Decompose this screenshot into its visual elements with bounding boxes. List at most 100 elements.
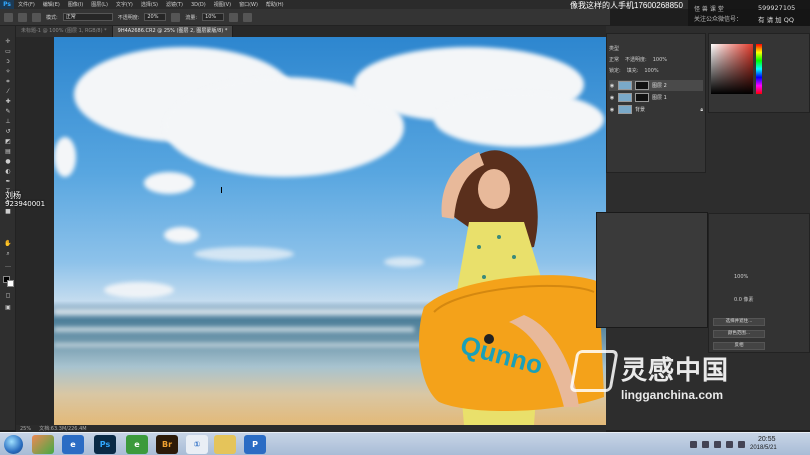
options-bar: 模式: 正常 不透明度: 20% 流量: 10%: [0, 9, 610, 26]
airbrush-icon[interactable]: [229, 12, 239, 22]
density-percent[interactable]: 100%: [734, 274, 748, 280]
stamp-tool-icon[interactable]: ⊥: [3, 118, 13, 126]
promo-qq: 599927105: [758, 4, 796, 12]
background-color-swatch[interactable]: [7, 280, 14, 287]
menu-layer[interactable]: 图层(L): [87, 1, 112, 8]
layer-mask-thumbnail[interactable]: [635, 93, 649, 102]
pressure-opacity-icon[interactable]: [171, 12, 181, 22]
opacity-value[interactable]: 100%: [653, 55, 667, 65]
layer-row[interactable]: ◉ 图层 1: [609, 92, 703, 103]
menu-view[interactable]: 视图(V): [210, 1, 235, 8]
browser-icon[interactable]: e: [126, 435, 148, 454]
mode-select[interactable]: 正常: [62, 13, 113, 21]
zoom-tool-icon[interactable]: ⌕: [3, 250, 13, 258]
cloud: [164, 227, 199, 243]
screen-mode-icon[interactable]: ▣: [3, 304, 13, 312]
pressure-size-icon[interactable]: [243, 12, 253, 22]
eyedropper-icon[interactable]: ⁄: [3, 88, 13, 96]
opacity-label: 不透明度:: [117, 14, 140, 21]
menu-select[interactable]: 选择(S): [137, 1, 162, 8]
fill-value[interactable]: 100%: [644, 66, 658, 76]
marquee-tool-icon[interactable]: ▭: [3, 48, 13, 56]
cloud: [194, 247, 294, 261]
menu-3d[interactable]: 3D(D): [187, 2, 210, 8]
kind-label: 类型: [609, 46, 620, 52]
more-tools-icon[interactable]: …: [3, 262, 13, 270]
hue-slider[interactable]: [756, 44, 762, 94]
app-icon[interactable]: ①: [186, 435, 208, 454]
lasso-tool-icon[interactable]: ↄ: [3, 58, 13, 66]
move-tool-icon[interactable]: ✛: [3, 38, 13, 46]
blend-mode-select[interactable]: 正常: [609, 55, 619, 65]
zoom-level[interactable]: 25%: [20, 426, 31, 432]
promo-box: 怪 兽 课 堂 关注公众微信号： 599927105 有 请 加 QQ: [688, 0, 810, 26]
chrome-icon[interactable]: [32, 435, 54, 454]
menu-file[interactable]: 文件(F): [14, 1, 39, 8]
blur-tool-icon[interactable]: ●: [3, 158, 13, 166]
visibility-eye-icon[interactable]: ◉: [609, 95, 615, 101]
clock-time[interactable]: 20:55: [758, 436, 776, 443]
hand-tool-icon[interactable]: ✋: [3, 240, 13, 248]
color-range-button[interactable]: 颜色范围...: [713, 330, 765, 338]
pen-tool-icon[interactable]: ✒: [3, 178, 13, 186]
taskbar: e Ps e Br ① P 20:55 2018/5/21: [0, 432, 810, 455]
volume-icon[interactable]: [726, 441, 733, 448]
p-taskbar-icon[interactable]: P: [244, 435, 266, 454]
start-button[interactable]: [4, 435, 23, 454]
menu-help[interactable]: 帮助(H): [262, 1, 288, 8]
tab-untitled[interactable]: 未标题-1 @ 100% (图层 1, RGB/8) *: [16, 26, 113, 37]
flow-field[interactable]: 10%: [202, 13, 225, 21]
properties-panel: 100% 0.0 像素 选择并遮住... 颜色范围... 反相: [708, 213, 810, 353]
quick-mask-icon[interactable]: ◻: [3, 292, 13, 300]
menu-filter[interactable]: 滤镜(T): [162, 1, 187, 8]
menu-edit[interactable]: 编辑(E): [39, 1, 64, 8]
brush-tool-icon[interactable]: ✎: [3, 108, 13, 116]
menu-image[interactable]: 图像(I): [64, 1, 87, 8]
ie-icon[interactable]: e: [62, 435, 84, 454]
dodge-tool-icon[interactable]: ◐: [3, 168, 13, 176]
history-brush-icon[interactable]: ↺: [3, 128, 13, 136]
clock-date[interactable]: 2018/5/21: [750, 445, 777, 451]
tab-active-document[interactable]: 9H4A2686.CR2 @ 25% (图层 2, 图层蒙版/8) *: [112, 26, 234, 37]
menu-type[interactable]: 文字(Y): [112, 1, 137, 8]
feather-value[interactable]: 0.0 像素: [734, 296, 754, 303]
tray-icon[interactable]: [738, 441, 745, 448]
tray-icon[interactable]: [690, 441, 697, 448]
overlay-phone-text: 像我这样的人手机17600268850: [570, 1, 683, 10]
color-panel: [708, 33, 810, 113]
layer-thumbnail: [618, 105, 632, 114]
brush-tool-icon[interactable]: [4, 12, 13, 22]
menu-window[interactable]: 窗口(W): [235, 1, 262, 8]
beach-photo[interactable]: Qunno: [54, 37, 606, 425]
folder-icon[interactable]: [214, 435, 236, 454]
floating-panel: [596, 212, 708, 328]
bridge-taskbar-icon[interactable]: Br: [156, 435, 178, 454]
visibility-eye-icon[interactable]: ◉: [609, 83, 615, 89]
tools-panel: ✛ ▭ ↄ ✧ ⌗ ⁄ ✚ ✎ ⊥ ↺ ◩ ▤ ● ◐ ✒ T ➤ ■ ✋ ⌕ …: [0, 26, 16, 430]
photoshop-taskbar-icon[interactable]: Ps: [94, 435, 116, 454]
shape-tool-icon[interactable]: ■: [3, 208, 13, 216]
color-picker-field[interactable]: [711, 44, 753, 94]
layer-row[interactable]: ◉ 背景 🔒︎: [609, 104, 703, 115]
visibility-eye-icon[interactable]: ◉: [609, 107, 615, 113]
brush-preset-icon[interactable]: [18, 12, 27, 22]
flow-label: 流量:: [185, 14, 198, 21]
layer-mask-thumbnail[interactable]: [635, 81, 649, 90]
cloud: [104, 282, 174, 298]
healing-brush-icon[interactable]: ✚: [3, 98, 13, 106]
cloud: [54, 137, 76, 177]
opacity-field[interactable]: 20%: [144, 13, 167, 21]
crop-tool-icon[interactable]: ⌗: [3, 78, 13, 86]
eraser-icon[interactable]: ◩: [3, 138, 13, 146]
brush-settings-icon[interactable]: [32, 12, 41, 22]
wave-foam: [54, 343, 424, 347]
photoshop-logo[interactable]: Ps: [0, 0, 14, 9]
layer-row[interactable]: ◉ 图层 2: [609, 80, 703, 91]
network-icon[interactable]: [714, 441, 721, 448]
tray-icon[interactable]: [702, 441, 709, 448]
canvas-area[interactable]: Qunno: [16, 37, 606, 425]
select-and-mask-button[interactable]: 选择并遮住...: [713, 318, 765, 326]
layer-kind-filter[interactable]: 类型: [609, 44, 703, 54]
gradient-icon[interactable]: ▤: [3, 148, 13, 156]
magic-wand-icon[interactable]: ✧: [3, 68, 13, 76]
